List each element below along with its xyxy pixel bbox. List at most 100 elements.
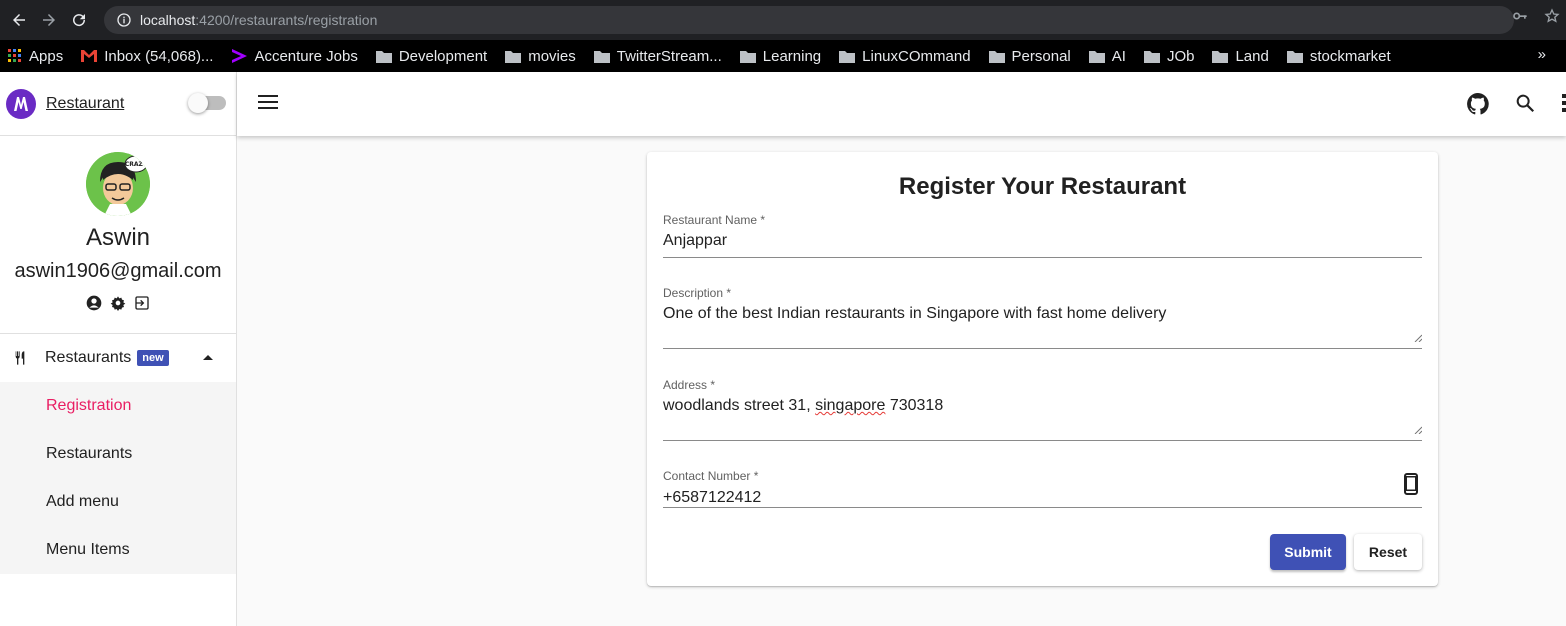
nav-menu: Restaurants new Registration Restaurants… (0, 334, 236, 574)
bookmark-movies[interactable]: movies (505, 48, 576, 65)
folder-icon (1143, 50, 1160, 63)
forward-button[interactable] (38, 9, 60, 31)
github-icon[interactable] (1466, 92, 1490, 116)
contact-number-field[interactable]: Contact Number * +6587122412 (663, 469, 1422, 508)
bookmark-label: Inbox (54,068)... (104, 47, 214, 65)
menu-toggle-button[interactable] (258, 94, 278, 115)
description-textarea[interactable]: One of the best Indian restaurants in Si… (663, 305, 1422, 323)
restaurant-name-input[interactable]: Anjappar (663, 232, 1422, 250)
sidebar: Restaurant CRAZY Aswin aswin1906@gmail.c… (0, 72, 237, 626)
back-button[interactable] (8, 9, 30, 31)
registration-card: Register Your Restaurant Restaurant Name… (647, 152, 1438, 586)
bookmark-twitterstream[interactable]: TwitterStream... (593, 48, 722, 65)
bookmark-label: Land (1235, 47, 1269, 65)
accenture-icon (231, 49, 248, 63)
bookmark-label: AI (1111, 47, 1126, 65)
user-email: aswin1906@gmail.com (14, 260, 222, 282)
user-name: Aswin (85, 224, 151, 251)
submit-button[interactable]: Submit (1270, 534, 1346, 570)
bookmark-personal[interactable]: Personal (988, 47, 1071, 65)
folder-icon (593, 50, 610, 63)
description-field[interactable]: Description * One of the best Indian res… (663, 286, 1422, 349)
sidebar-item-menu-items[interactable]: Menu Items (0, 526, 236, 574)
user-profile: CRAZY Aswin aswin1906@gmail.com (0, 136, 236, 334)
reload-icon (73, 14, 86, 27)
top-app-bar (237, 72, 1566, 136)
folder-icon (505, 50, 522, 63)
star-icon[interactable] (1544, 8, 1560, 24)
restaurant-utensils-icon (15, 351, 25, 365)
brand-m-icon (14, 96, 28, 111)
underline (663, 348, 1422, 349)
arrow-left-icon (13, 14, 25, 26)
resize-handle-icon[interactable] (1414, 334, 1422, 342)
contact-number-label: Contact Number * (663, 469, 759, 483)
bookmark-label: stockmarket (1309, 47, 1391, 65)
bookmark-accenture[interactable]: Accenture Jobs (231, 47, 358, 65)
avatar-text: CRAZY (125, 161, 148, 168)
reset-button[interactable]: Reset (1354, 534, 1422, 570)
app: Restaurant CRAZY Aswin aswin1906@gmail.c… (0, 72, 1566, 626)
address-bar[interactable]: localhost:4200/restaurants/registration (104, 6, 1514, 34)
new-badge: new (137, 350, 169, 366)
info-icon (117, 13, 131, 27)
address-field[interactable]: Address * woodlands street 31, singapore… (663, 378, 1422, 441)
folder-icon (1286, 50, 1303, 63)
sidebar-item-add-menu[interactable]: Add menu (0, 478, 236, 526)
toggle-knob (188, 93, 208, 113)
bookmark-label: JOb (1166, 47, 1195, 65)
brand-link[interactable]: Restaurant (46, 95, 124, 113)
bookmark-label: Personal (1011, 47, 1071, 65)
browser-toolbar: localhost:4200/restaurants/registration (0, 0, 1566, 40)
brand-logo[interactable] (6, 88, 36, 119)
sidebar-item-restaurants[interactable]: Restaurants (0, 430, 236, 478)
hamburger-menu-icon (258, 94, 278, 109)
folder-icon (1088, 50, 1105, 63)
bookmark-label: Accenture Jobs (254, 47, 358, 65)
account-circle-icon[interactable] (86, 295, 102, 311)
theme-toggle[interactable] (188, 93, 226, 113)
contact-number-input[interactable]: +6587122412 (663, 489, 1422, 507)
page-title: Register Your Restaurant (898, 173, 1187, 200)
bookmark-label: Apps (29, 47, 64, 65)
bookmark-development[interactable]: Development (375, 47, 488, 65)
bookmark-linuxcommand[interactable]: LinuxCOmmand (839, 47, 971, 65)
bookmark-land[interactable]: Land (1212, 47, 1269, 65)
avatar: CRAZY (86, 152, 150, 216)
sidebar-item-registration[interactable]: Registration (0, 382, 236, 430)
search-icon[interactable] (1514, 92, 1536, 114)
bookmark-job[interactable]: JOb (1143, 47, 1195, 65)
bookmark-learning[interactable]: Learning (739, 48, 821, 65)
brand: Restaurant (0, 72, 236, 136)
menu-group-restaurants[interactable]: Restaurants new (0, 334, 236, 382)
folder-icon (375, 50, 392, 63)
logout-icon[interactable] (134, 295, 150, 311)
restaurant-name-field[interactable]: Restaurant Name * Anjappar (663, 213, 1422, 258)
address-textarea[interactable]: woodlands street 31, singapore 730318 (663, 397, 1422, 415)
arrow-right-icon (43, 14, 55, 26)
underline (663, 440, 1422, 441)
bookmarks-overflow-button[interactable]: » (1538, 46, 1546, 63)
bookmarks-bar: Apps Inbox (54,068)... Accenture Jobs De… (0, 40, 1566, 72)
folder-icon (839, 50, 856, 63)
bookmark-label: Development (398, 47, 488, 65)
bookmark-label: LinuxCOmmand (862, 47, 971, 65)
reload-button[interactable] (68, 9, 90, 31)
bookmark-ai[interactable]: AI (1088, 47, 1126, 65)
url-host: localhost (140, 12, 196, 28)
restaurant-name-label: Restaurant Name * (663, 213, 766, 227)
url-path: :4200/restaurants/registration (195, 12, 378, 28)
bookmark-apps[interactable]: Apps (8, 48, 63, 65)
underline (663, 257, 1422, 258)
address-text-part: 730318 (885, 397, 944, 414)
resize-handle-icon[interactable] (1414, 426, 1422, 434)
address-text-part: woodlands street 31, (663, 397, 816, 414)
bookmark-stockmarket[interactable]: stockmarket (1286, 47, 1391, 65)
settings-gear-icon[interactable] (110, 295, 126, 311)
more-options-icon[interactable] (1560, 92, 1566, 114)
underline (663, 507, 1422, 508)
key-icon[interactable] (1512, 8, 1528, 24)
bookmark-inbox[interactable]: Inbox (54,068)... (81, 48, 213, 65)
profile-actions (86, 295, 150, 311)
bookmark-label: movies (528, 47, 576, 65)
